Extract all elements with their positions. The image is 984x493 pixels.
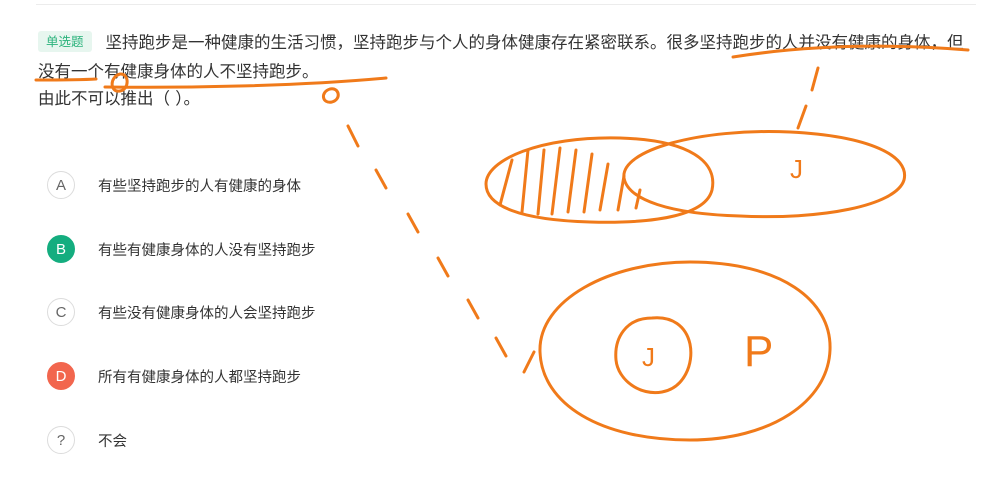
- option-unknown-text[interactable]: 不会: [98, 430, 127, 451]
- top-divider: [36, 4, 976, 5]
- label-j-inner: J: [642, 342, 655, 372]
- option-d-letter[interactable]: D: [47, 362, 75, 390]
- option-c-text[interactable]: 有些没有健康身体的人会坚持跑步: [98, 302, 316, 323]
- question-type-badge: 单选题: [38, 31, 92, 52]
- question-prompt: 由此不可以推出（ ）。: [38, 89, 200, 108]
- ellipse-right: [622, 130, 907, 219]
- option-d[interactable]: D 所有有健康身体的人都坚持跑步: [47, 362, 301, 390]
- option-b-text[interactable]: 有些有健康身体的人没有坚持跑步: [98, 239, 316, 260]
- ellipse-bottom: [538, 260, 832, 442]
- option-c-letter[interactable]: C: [47, 298, 75, 326]
- option-unknown-letter[interactable]: ?: [47, 426, 75, 454]
- ellipse-left: [484, 136, 715, 224]
- hatch-marks: [498, 146, 642, 216]
- label-p: P: [744, 327, 773, 376]
- option-a-text[interactable]: 有些坚持跑步的人有健康的身体: [98, 175, 301, 196]
- option-a[interactable]: A 有些坚持跑步的人有健康的身体: [47, 171, 301, 199]
- option-c[interactable]: C 有些没有健康身体的人会坚持跑步: [47, 298, 316, 326]
- circle-inner: [614, 316, 693, 395]
- label-j-top: J: [790, 154, 803, 184]
- dash-line-1: [346, 124, 536, 374]
- option-b-letter[interactable]: B: [47, 235, 75, 263]
- option-unknown[interactable]: ? 不会: [47, 426, 127, 454]
- option-a-letter[interactable]: A: [47, 171, 75, 199]
- question-text: 坚持跑步是一种健康的生活习惯，坚持跑步与个人的身体健康存在紧密联系。很多坚持跑步…: [38, 33, 964, 81]
- question-stem: 单选题 坚持跑步是一种健康的生活习惯，坚持跑步与个人的身体健康存在紧密联系。很多坚…: [38, 28, 973, 86]
- option-d-text[interactable]: 所有有健康身体的人都坚持跑步: [98, 366, 301, 387]
- option-b[interactable]: B 有些有健康身体的人没有坚持跑步: [47, 235, 316, 263]
- circle-mark-2: [322, 87, 340, 104]
